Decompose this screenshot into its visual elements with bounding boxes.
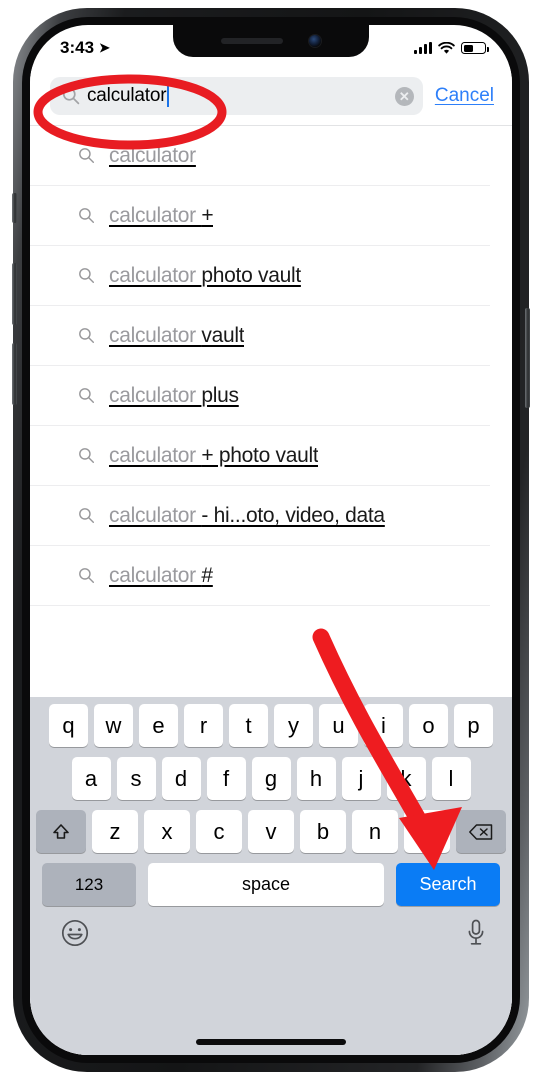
- keyboard-row-3: z x c v b n m: [30, 810, 512, 853]
- keyboard-row-4: 123 space Search: [30, 863, 512, 906]
- search-input-value: calculator: [87, 85, 167, 106]
- key-u[interactable]: u: [319, 704, 358, 747]
- suggestion-suffix: - hi...oto, video, data: [201, 503, 385, 527]
- backspace-key[interactable]: [456, 810, 506, 853]
- suggestion-suffix: photo vault: [201, 263, 301, 287]
- suggestion-suffix: + photo vault: [201, 443, 319, 467]
- suggestion-prefix: calculator: [109, 383, 202, 407]
- emoji-smiley-icon[interactable]: [60, 918, 90, 948]
- suggestion-prefix: calculator: [109, 203, 202, 227]
- search-icon: [79, 328, 95, 344]
- numeric-mode-key[interactable]: 123: [42, 863, 136, 906]
- key-i[interactable]: i: [364, 704, 403, 747]
- key-e[interactable]: e: [139, 704, 178, 747]
- on-screen-keyboard: q w e r t y u i o p a s d f g h j k l z …: [30, 697, 512, 1055]
- shift-arrow-icon: [53, 823, 69, 839]
- suggestion-row[interactable]: calculator vault: [30, 306, 490, 366]
- suggestion-row[interactable]: calculator + photo vault: [30, 426, 490, 486]
- key-r[interactable]: r: [184, 704, 223, 747]
- suggestion-row[interactable]: calculator #: [30, 546, 490, 606]
- search-icon: [79, 148, 95, 164]
- status-time: 3:43: [60, 38, 95, 57]
- suggestion-prefix: calculator: [109, 443, 202, 467]
- search-icon: [79, 388, 95, 404]
- suggestion-suffix: vault: [201, 323, 245, 347]
- suggestion-row[interactable]: calculator +: [30, 186, 490, 246]
- key-j[interactable]: j: [341, 757, 381, 800]
- suggestion-row[interactable]: calculator: [30, 126, 490, 186]
- phone-screen: 3:43 ➤ calculator ✕ Cancel calculator ca…: [30, 25, 512, 1055]
- search-icon: [79, 508, 95, 524]
- key-s[interactable]: s: [116, 757, 156, 800]
- search-icon: [79, 568, 95, 584]
- key-v[interactable]: v: [248, 810, 294, 853]
- battery-icon: [461, 42, 489, 54]
- suggestion-prefix: calculator: [109, 563, 202, 587]
- key-n[interactable]: n: [352, 810, 398, 853]
- wifi-icon: [438, 41, 455, 54]
- key-b[interactable]: b: [300, 810, 346, 853]
- suggestion-prefix: calculator: [109, 143, 196, 167]
- clear-search-button[interactable]: ✕: [394, 86, 414, 106]
- home-indicator[interactable]: [196, 1039, 346, 1045]
- suggestion-row[interactable]: calculator photo vault: [30, 246, 490, 306]
- key-d[interactable]: d: [161, 757, 201, 800]
- space-key[interactable]: space: [148, 863, 384, 906]
- key-l[interactable]: l: [431, 757, 471, 800]
- key-m[interactable]: m: [404, 810, 450, 853]
- shift-key[interactable]: [36, 810, 86, 853]
- silent-switch-button[interactable]: [12, 193, 17, 223]
- volume-down-button[interactable]: [12, 343, 17, 405]
- front-camera-icon: [309, 35, 321, 47]
- cancel-button[interactable]: Cancel: [435, 85, 494, 107]
- phone-bezel: 3:43 ➤ calculator ✕ Cancel calculator ca…: [12, 17, 530, 1063]
- key-f[interactable]: f: [206, 757, 246, 800]
- earpiece-speaker-icon: [221, 38, 283, 44]
- key-g[interactable]: g: [251, 757, 291, 800]
- suggestion-prefix: calculator: [109, 503, 202, 527]
- status-bar-left: 3:43 ➤: [60, 38, 110, 58]
- cellular-signal-icon: [414, 42, 432, 54]
- key-z[interactable]: z: [92, 810, 138, 853]
- keyboard-bottom-row: [30, 912, 512, 948]
- search-icon: [79, 208, 95, 224]
- phone-device-frame: 3:43 ➤ calculator ✕ Cancel calculator ca…: [12, 8, 530, 1072]
- power-button[interactable]: [525, 308, 530, 408]
- key-t[interactable]: t: [229, 704, 268, 747]
- key-p[interactable]: p: [454, 704, 493, 747]
- status-bar-right: [414, 41, 489, 55]
- suggestion-prefix: calculator: [109, 263, 202, 287]
- backspace-delete-icon: [469, 823, 493, 840]
- key-a[interactable]: a: [71, 757, 111, 800]
- text-cursor: [167, 85, 170, 107]
- key-y[interactable]: y: [274, 704, 313, 747]
- location-arrow-icon: ➤: [99, 40, 110, 55]
- key-c[interactable]: c: [196, 810, 242, 853]
- suggestion-row[interactable]: calculator plus: [30, 366, 490, 426]
- suggestion-suffix: #: [201, 563, 213, 587]
- keyboard-row-1: q w e r t y u i o p: [30, 704, 512, 747]
- search-bar: calculator ✕ Cancel: [30, 67, 512, 125]
- search-input[interactable]: calculator ✕: [50, 77, 423, 115]
- microphone-icon[interactable]: [466, 918, 486, 948]
- key-h[interactable]: h: [296, 757, 336, 800]
- key-o[interactable]: o: [409, 704, 448, 747]
- search-icon: [79, 448, 95, 464]
- magnifying-glass-icon: [62, 87, 80, 105]
- search-key[interactable]: Search: [396, 863, 500, 906]
- suggestion-suffix: +: [201, 203, 214, 227]
- key-w[interactable]: w: [94, 704, 133, 747]
- suggestion-row[interactable]: calculator - hi...oto, video, data: [30, 486, 490, 546]
- key-k[interactable]: k: [386, 757, 426, 800]
- device-notch: [173, 25, 369, 57]
- volume-up-button[interactable]: [12, 263, 17, 325]
- key-x[interactable]: x: [144, 810, 190, 853]
- key-q[interactable]: q: [49, 704, 88, 747]
- suggestion-prefix: calculator: [109, 323, 202, 347]
- keyboard-row-2: a s d f g h j k l: [30, 757, 512, 800]
- suggestion-suffix: plus: [201, 383, 239, 407]
- search-icon: [79, 268, 95, 284]
